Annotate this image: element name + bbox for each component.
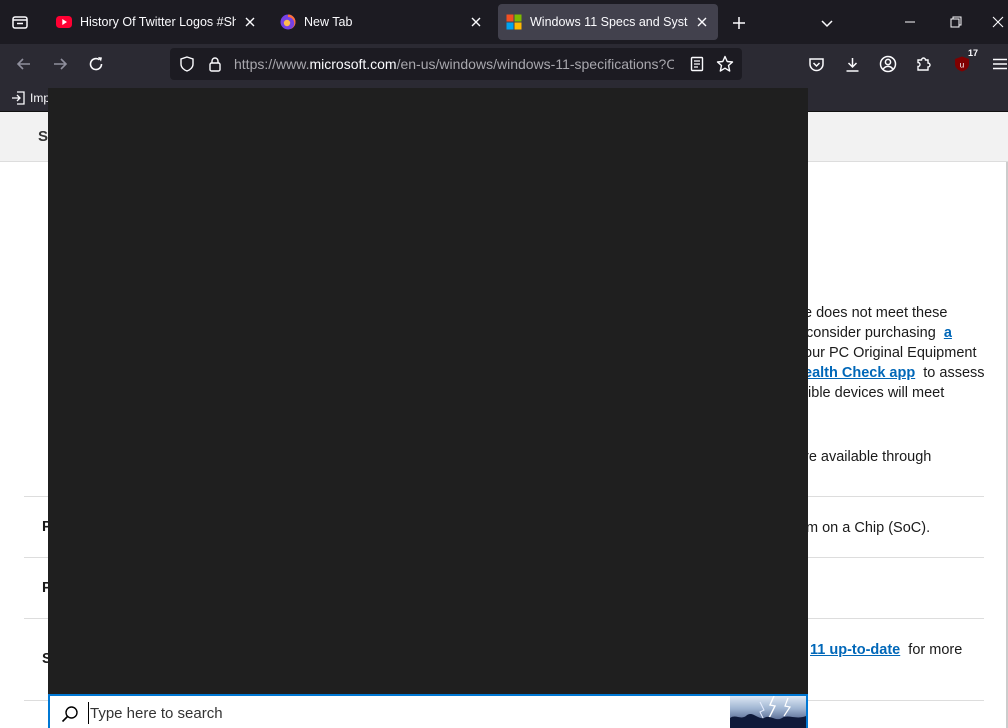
ublock-extension-button[interactable]: u 17 [950, 48, 980, 76]
lightning-storm-image [730, 696, 806, 728]
microsoft-icon [506, 14, 522, 30]
text-line: tible devices will meet [804, 385, 945, 401]
chevron-down-icon [821, 20, 833, 28]
close-window-button[interactable] [984, 8, 1008, 36]
tab-new-tab[interactable]: New Tab [272, 4, 492, 40]
lock-icon[interactable] [204, 53, 226, 75]
arrow-left-icon [16, 58, 30, 70]
import-icon [10, 90, 26, 106]
extensions-button[interactable] [912, 52, 936, 76]
url-path: /en-us/windows/windows-11-specifications… [396, 56, 674, 72]
purchase-link[interactable]: a [944, 325, 952, 341]
svg-text:u: u [960, 61, 964, 70]
windows-up-to-date-link[interactable]: 11 up-to-date [810, 642, 900, 658]
search-input[interactable] [88, 702, 688, 724]
arrow-right-icon [54, 58, 68, 70]
text-line: 11 up-to-date for more [810, 640, 962, 660]
pocket-button[interactable] [804, 52, 828, 76]
account-icon [879, 55, 897, 73]
back-button[interactable] [12, 52, 36, 76]
address-bar[interactable]: https://www.microsoft.com/en-us/windows/… [170, 48, 742, 80]
navigation-toolbar: https://www.microsoft.com/en-us/windows/… [0, 44, 1008, 84]
list-all-tabs-button[interactable] [816, 12, 838, 34]
tab-list-icon [12, 16, 28, 29]
text-fragment: to assess [923, 365, 985, 381]
url-domain: microsoft.com [309, 56, 397, 72]
taskbar-search-box[interactable] [48, 694, 808, 728]
tracking-protection-shield-icon[interactable] [176, 53, 198, 75]
tab-twitter-logos[interactable]: History Of Twitter Logos #Short [48, 4, 266, 40]
close-tab-icon[interactable] [468, 14, 484, 30]
url-prefix: https://www. [234, 56, 310, 72]
minimize-icon [905, 21, 915, 23]
import-bookmarks-label: Imp [30, 91, 51, 105]
tab-windows-11-specs[interactable]: Windows 11 Specs and System [498, 4, 718, 40]
downloads-button[interactable] [840, 52, 864, 76]
text-line: m on a Chip (SoC). [806, 520, 931, 536]
tab-title: History Of Twitter Logos #Short [80, 15, 236, 29]
extension-badge-count: 17 [965, 48, 980, 58]
restore-icon [950, 16, 962, 28]
reload-icon [89, 57, 103, 71]
health-check-app-link[interactable]: ealth Check app [804, 365, 915, 381]
text-fragment: consider purchasing [806, 325, 936, 341]
app-menu-button[interactable] [988, 52, 1008, 76]
tab-list-button[interactable] [8, 10, 32, 34]
hamburger-menu-icon [993, 58, 1007, 70]
text-line: re available through [804, 449, 932, 465]
close-icon [992, 16, 1004, 28]
pocket-icon [808, 57, 824, 71]
text-fragment: for more [908, 642, 963, 658]
search-results-panel [48, 88, 808, 694]
text-line: consider purchasing a [806, 323, 952, 343]
download-icon [846, 57, 858, 72]
search-highlight-image[interactable] [730, 696, 806, 728]
text-line: e does not meet these [804, 305, 948, 321]
restore-button[interactable] [942, 8, 970, 36]
url-text[interactable]: https://www.microsoft.com/en-us/windows/… [234, 56, 674, 72]
new-tab-button[interactable] [728, 12, 750, 34]
text-line: our PC Original Equipment [804, 345, 977, 361]
account-button[interactable] [876, 52, 900, 76]
tab-bar: History Of Twitter Logos #Short New Tab … [0, 0, 1008, 44]
close-tab-icon[interactable] [242, 14, 258, 30]
tab-title: New Tab [304, 15, 353, 29]
plus-icon [733, 17, 745, 29]
minimize-button[interactable] [896, 8, 924, 36]
star-icon [716, 55, 734, 72]
puzzle-icon [917, 57, 931, 71]
text-line: ealth Check app to assess [804, 363, 985, 383]
search-icon [60, 704, 80, 724]
import-bookmarks-item[interactable]: Imp [10, 90, 50, 106]
youtube-icon [56, 14, 72, 30]
reader-view-icon [690, 56, 704, 72]
bookmark-star-button[interactable] [714, 53, 736, 75]
reader-view-button[interactable] [686, 53, 708, 75]
forward-button[interactable] [48, 52, 72, 76]
firefox-icon [280, 14, 296, 30]
reload-button[interactable] [84, 52, 108, 76]
close-tab-icon[interactable] [694, 14, 710, 30]
tab-title: Windows 11 Specs and System [530, 15, 688, 29]
